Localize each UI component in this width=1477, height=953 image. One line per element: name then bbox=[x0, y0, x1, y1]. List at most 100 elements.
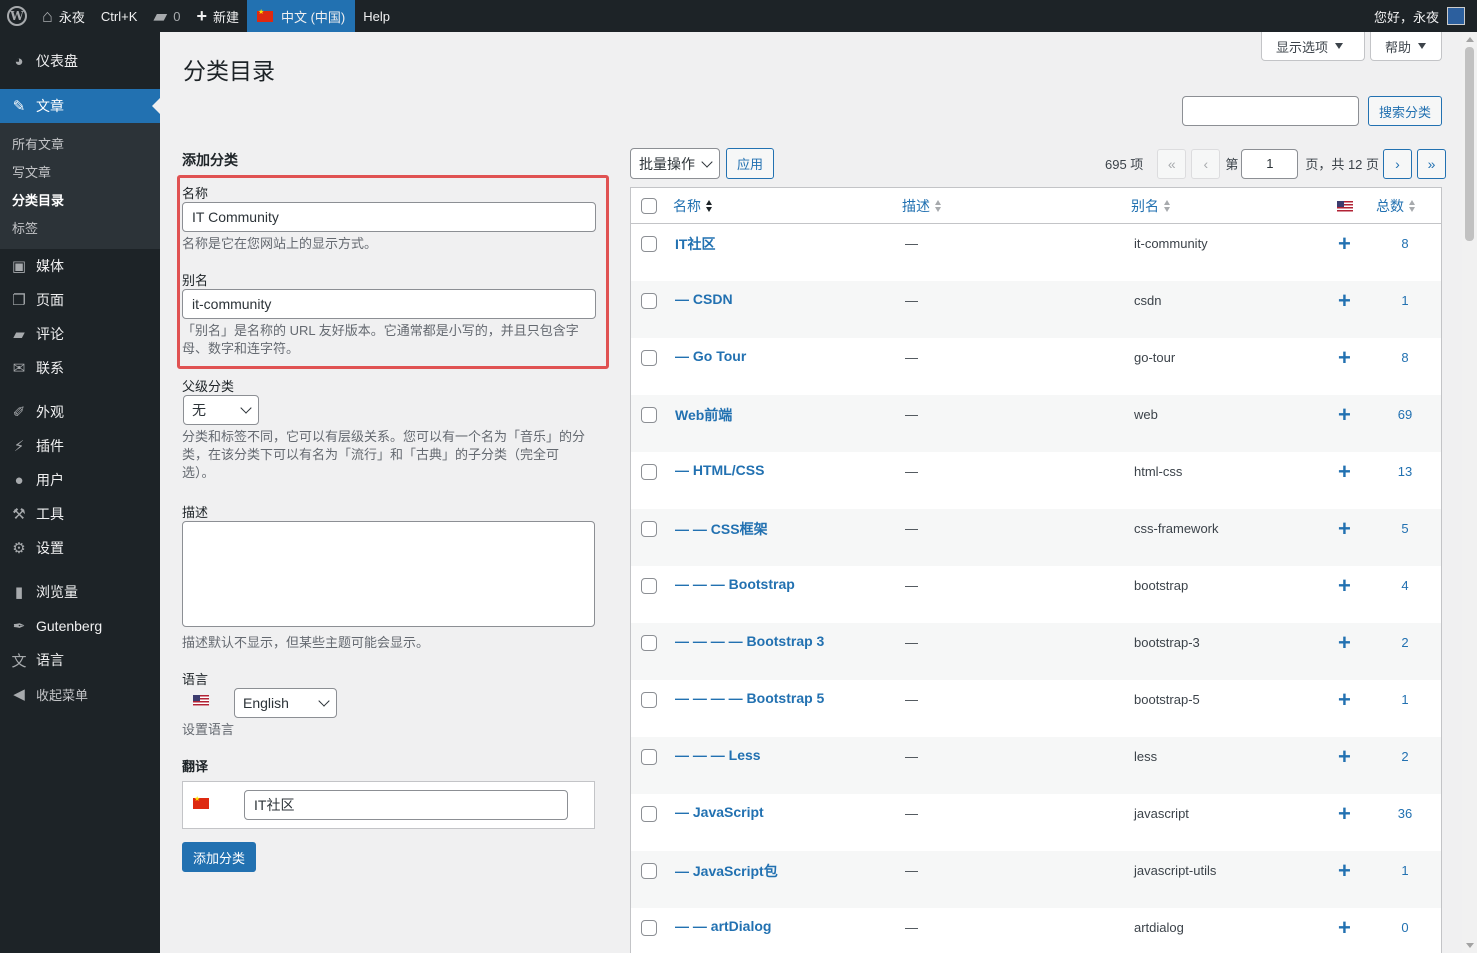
plus-icon[interactable]: + bbox=[1338, 687, 1351, 713]
search-input[interactable] bbox=[1182, 96, 1359, 126]
menu-tools[interactable]: ⚒ 工具 bbox=[0, 497, 160, 531]
account-menu[interactable]: 您好，永夜 bbox=[1374, 0, 1465, 32]
category-name-link[interactable]: — HTML/CSS bbox=[675, 462, 764, 478]
command-palette-shortcut[interactable]: Ctrl+K bbox=[93, 0, 145, 32]
scroll-thumb[interactable] bbox=[1465, 47, 1474, 241]
menu-gutenberg[interactable]: ✒ Gutenberg bbox=[0, 609, 160, 643]
category-name-link[interactable]: — CSDN bbox=[675, 291, 733, 307]
wordpress-logo-menu[interactable]: W bbox=[0, 0, 34, 32]
new-content-menu[interactable]: + 新建 bbox=[188, 0, 247, 32]
plus-icon[interactable]: + bbox=[1338, 459, 1351, 485]
menu-views[interactable]: ▮ 浏览量 bbox=[0, 575, 160, 609]
category-count-link[interactable]: 1 bbox=[1375, 293, 1435, 308]
plus-icon[interactable]: + bbox=[1338, 345, 1351, 371]
menu-posts[interactable]: ✎ 文章 bbox=[0, 89, 160, 123]
category-name-link[interactable]: Web前端 bbox=[675, 405, 732, 425]
category-count-link[interactable]: 36 bbox=[1375, 806, 1435, 821]
language-switcher[interactable]: 中文 (中国) bbox=[246, 0, 356, 32]
plus-icon[interactable]: + bbox=[1338, 231, 1351, 257]
menu-pages[interactable]: ❐ 页面 bbox=[0, 283, 160, 317]
last-page-button[interactable]: » bbox=[1417, 148, 1447, 179]
menu-languages[interactable]: 文 语言 bbox=[0, 643, 160, 677]
screen-options-button[interactable]: 显示选项 bbox=[1261, 32, 1365, 61]
help-button[interactable]: 帮助 bbox=[1370, 32, 1442, 61]
column-name[interactable]: 名称 bbox=[673, 196, 712, 216]
scroll-up-icon[interactable] bbox=[1466, 37, 1474, 42]
site-name-menu[interactable]: ⌂ 永夜 bbox=[34, 0, 93, 32]
category-count-link[interactable]: 69 bbox=[1375, 407, 1435, 422]
apply-button[interactable]: 应用 bbox=[726, 148, 774, 179]
first-page-button[interactable]: « bbox=[1157, 148, 1187, 179]
plus-icon[interactable]: + bbox=[1338, 288, 1351, 314]
plus-icon[interactable]: + bbox=[1338, 402, 1351, 428]
description-textarea[interactable] bbox=[182, 521, 595, 627]
category-count-link[interactable]: 4 bbox=[1375, 578, 1435, 593]
category-name-link[interactable]: — Go Tour bbox=[675, 348, 746, 364]
category-count-link[interactable]: 1 bbox=[1375, 692, 1435, 707]
row-checkbox[interactable] bbox=[641, 464, 657, 480]
category-name-link[interactable]: — — artDialog bbox=[675, 918, 771, 934]
menu-media[interactable]: ▣ 媒体 bbox=[0, 249, 160, 283]
search-categories-button[interactable]: 搜索分类 bbox=[1368, 96, 1442, 126]
row-checkbox[interactable] bbox=[641, 806, 657, 822]
row-checkbox[interactable] bbox=[641, 578, 657, 594]
parent-select[interactable]: 无 bbox=[183, 395, 259, 425]
menu-plugins[interactable]: ⚡ 插件 bbox=[0, 429, 160, 463]
plus-icon[interactable]: + bbox=[1338, 630, 1351, 656]
category-name-link[interactable]: — JavaScript bbox=[675, 804, 764, 820]
menu-contact[interactable]: ✉ 联系 bbox=[0, 351, 160, 385]
category-count-link[interactable]: 8 bbox=[1375, 350, 1435, 365]
category-count-link[interactable]: 1 bbox=[1375, 863, 1435, 878]
row-checkbox[interactable] bbox=[641, 293, 657, 309]
row-checkbox[interactable] bbox=[641, 749, 657, 765]
row-checkbox[interactable] bbox=[641, 521, 657, 537]
slug-input[interactable]: it-community bbox=[182, 289, 596, 319]
row-checkbox[interactable] bbox=[641, 863, 657, 879]
plus-icon[interactable]: + bbox=[1338, 516, 1351, 542]
menu-appearance[interactable]: ✐ 外观 bbox=[0, 395, 160, 429]
column-slug[interactable]: 别名 bbox=[1131, 196, 1170, 216]
category-count-link[interactable]: 2 bbox=[1375, 635, 1435, 650]
category-name-link[interactable]: IT社区 bbox=[675, 234, 715, 254]
language-select[interactable]: English bbox=[234, 688, 337, 718]
plus-icon[interactable]: + bbox=[1338, 573, 1351, 599]
column-count[interactable]: 总数 bbox=[1376, 196, 1415, 216]
menu-comments[interactable]: ▰ 评论 bbox=[0, 317, 160, 351]
category-name-link[interactable]: — — — — Bootstrap 5 bbox=[675, 690, 824, 706]
menu-dashboard[interactable]: ◕ 仪表盘 bbox=[0, 44, 160, 78]
bulk-actions-select[interactable]: 批量操作 bbox=[630, 148, 720, 179]
column-description[interactable]: 描述 bbox=[902, 196, 941, 216]
category-name-link[interactable]: — — CSS框架 bbox=[675, 519, 768, 539]
name-input[interactable]: IT Community bbox=[182, 202, 596, 232]
plus-icon[interactable]: + bbox=[1338, 801, 1351, 827]
submenu-tags[interactable]: 标签 bbox=[0, 213, 160, 241]
category-count-link[interactable]: 2 bbox=[1375, 749, 1435, 764]
plus-icon[interactable]: + bbox=[1338, 858, 1351, 884]
menu-users[interactable]: ● 用户 bbox=[0, 463, 160, 497]
collapse-menu-button[interactable]: ◀ 收起菜单 bbox=[0, 677, 160, 711]
row-checkbox[interactable] bbox=[641, 692, 657, 708]
category-name-link[interactable]: — — — — Bootstrap 3 bbox=[675, 633, 824, 649]
submenu-categories[interactable]: 分类目录 bbox=[0, 185, 160, 213]
category-count-link[interactable]: 8 bbox=[1375, 236, 1435, 251]
menu-settings[interactable]: ⚙ 设置 bbox=[0, 531, 160, 565]
prev-page-button[interactable]: ‹ bbox=[1191, 148, 1221, 179]
comments-menu[interactable]: ▰ 0 bbox=[145, 0, 188, 32]
translation-input[interactable]: IT社区 bbox=[244, 790, 568, 820]
category-count-link[interactable]: 0 bbox=[1375, 920, 1435, 935]
category-count-link[interactable]: 13 bbox=[1375, 464, 1435, 479]
current-page-input[interactable]: 1 bbox=[1241, 148, 1299, 179]
add-category-button[interactable]: 添加分类 bbox=[182, 842, 256, 872]
plus-icon[interactable]: + bbox=[1338, 915, 1351, 941]
row-checkbox[interactable] bbox=[641, 920, 657, 936]
category-name-link[interactable]: — — — Less bbox=[675, 747, 761, 763]
category-name-link[interactable]: — JavaScript包 bbox=[675, 861, 778, 881]
select-all-checkbox[interactable] bbox=[641, 198, 657, 214]
row-checkbox[interactable] bbox=[641, 635, 657, 651]
plus-icon[interactable]: + bbox=[1338, 744, 1351, 770]
scroll-down-icon[interactable] bbox=[1466, 943, 1474, 948]
submenu-write-post[interactable]: 写文章 bbox=[0, 157, 160, 185]
next-page-button[interactable]: › bbox=[1383, 148, 1413, 179]
submenu-all-posts[interactable]: 所有文章 bbox=[0, 129, 160, 157]
page-scrollbar[interactable] bbox=[1462, 32, 1477, 953]
